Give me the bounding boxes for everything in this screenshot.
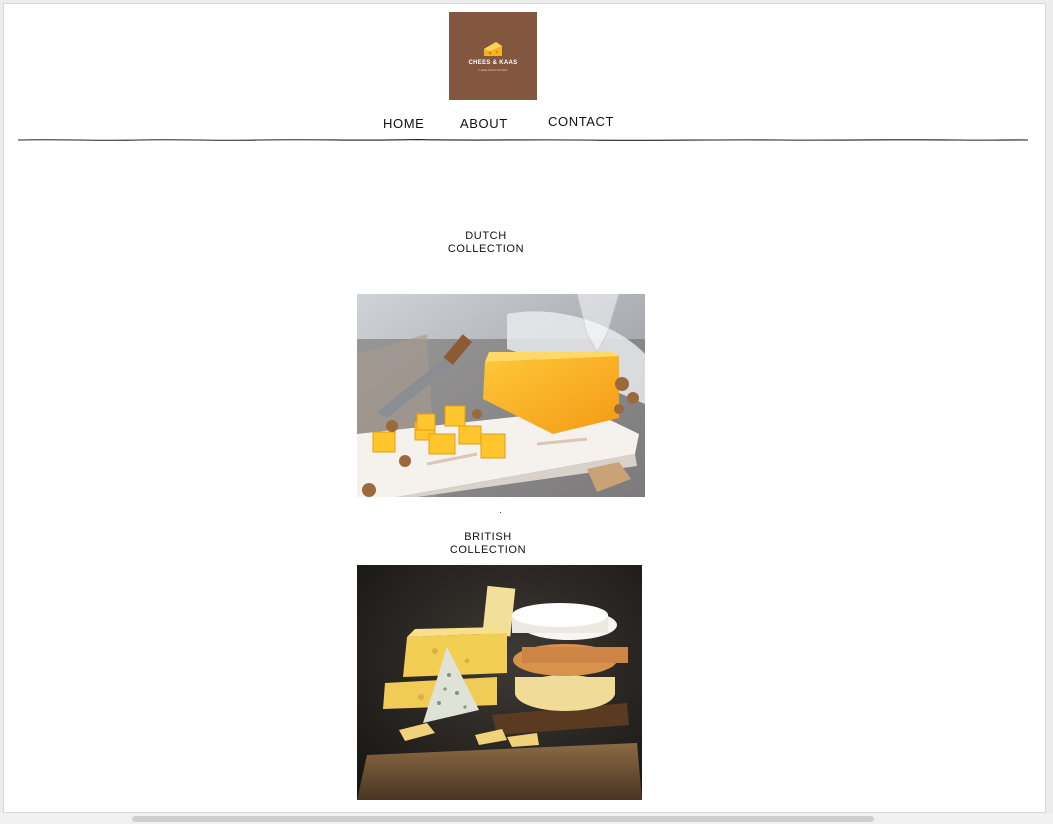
nav-home-link[interactable]: HOME <box>383 116 424 131</box>
british-collection-title: BRITISH COLLECTION <box>449 531 527 556</box>
cheese-logo-icon <box>484 42 502 56</box>
stray-dot <box>500 512 501 513</box>
logo-subtitle: CHEESEMONGER <box>478 68 508 72</box>
logo-title: CHEES & KAAS <box>468 60 518 66</box>
horizontal-scrollbar-thumb[interactable] <box>132 816 874 822</box>
page-viewport: CHEES & KAAS CHEESEMONGER HOME ABOUT CON… <box>3 3 1046 813</box>
nav-about-link[interactable]: ABOUT <box>460 116 508 131</box>
nav-divider-line <box>18 139 1028 141</box>
site-logo[interactable]: CHEES & KAAS CHEESEMONGER <box>449 12 537 100</box>
nav-contact-link[interactable]: CONTACT <box>548 114 614 129</box>
dutch-collection-title: DUTCH COLLECTION <box>447 230 525 255</box>
dutch-cheese-photo[interactable] <box>357 294 645 497</box>
british-cheese-photo[interactable] <box>357 565 642 800</box>
